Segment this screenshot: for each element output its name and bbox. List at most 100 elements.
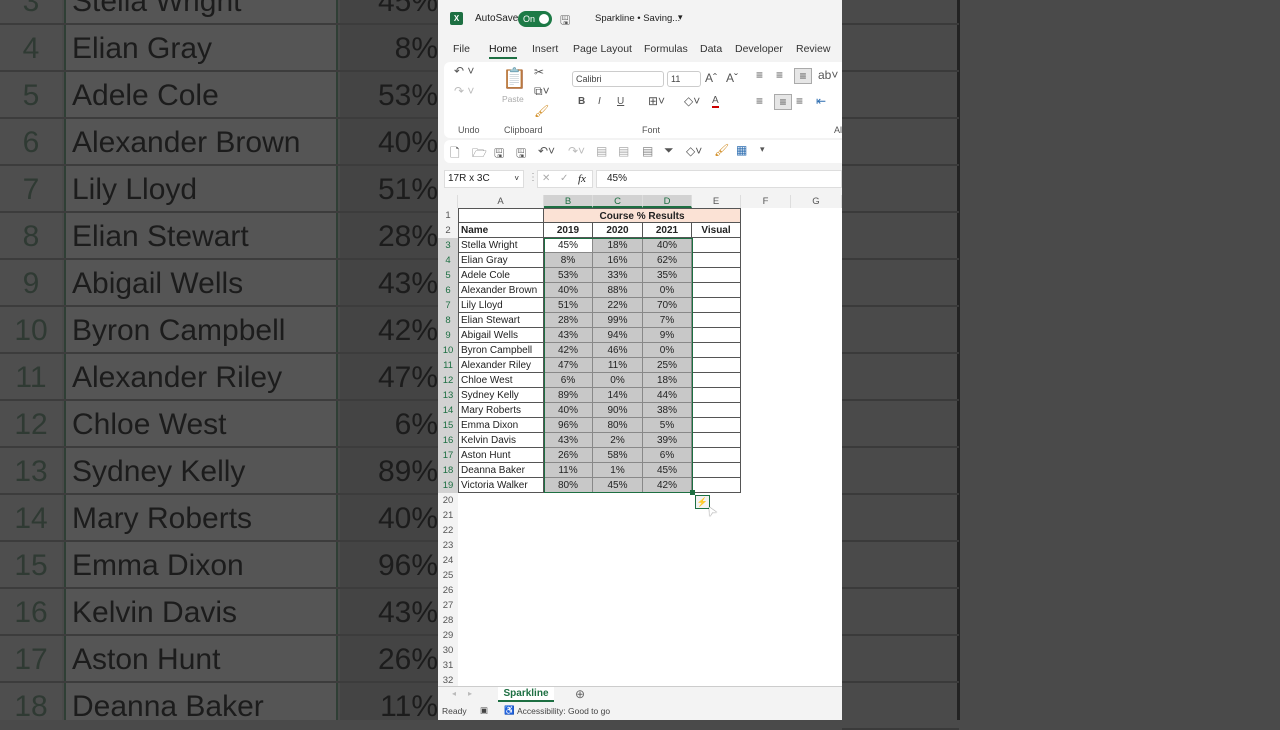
percent-cell[interactable]: 51% <box>544 298 593 313</box>
name-cell[interactable]: Elian Stewart <box>458 313 544 328</box>
undo-qat-icon[interactable]: ↶˅ <box>538 144 555 158</box>
enter-icon[interactable]: ✓ <box>560 173 568 184</box>
tab-home[interactable]: Home <box>489 43 518 59</box>
sheet-tab-sparkline[interactable]: Sparkline <box>498 687 554 702</box>
row-header[interactable]: 31 <box>438 658 458 673</box>
row-header[interactable]: 5 <box>438 268 458 283</box>
percent-cell[interactable]: 40% <box>544 403 593 418</box>
row-header[interactable]: 1 <box>438 208 458 223</box>
row-header[interactable]: 21 <box>438 508 458 523</box>
row-header[interactable]: 15 <box>438 418 458 433</box>
visual-cell[interactable] <box>692 343 741 358</box>
row-header[interactable]: 3 <box>438 238 458 253</box>
header-cell-2021[interactable]: 2021 <box>643 223 692 238</box>
header-cell-visual[interactable]: Visual <box>692 223 741 238</box>
percent-cell[interactable]: 46% <box>593 343 643 358</box>
visual-cell[interactable] <box>692 268 741 283</box>
percent-cell[interactable]: 5% <box>643 418 692 433</box>
save-icon[interactable]: 🖫 <box>560 11 570 32</box>
bold-button[interactable]: B <box>578 96 585 107</box>
row-header[interactable]: 18 <box>438 463 458 478</box>
percent-cell[interactable]: 88% <box>593 283 643 298</box>
scroll-right-icon[interactable]: ▸ <box>468 689 472 698</box>
decrease-indent-icon[interactable]: ⇤ <box>816 94 826 108</box>
percent-cell[interactable]: 45% <box>643 463 692 478</box>
row-header[interactable]: 10 <box>438 343 458 358</box>
percent-cell[interactable]: 35% <box>643 268 692 283</box>
new-file-icon[interactable]: 🗋 <box>450 144 460 165</box>
visual-cell[interactable] <box>692 358 741 373</box>
percent-cell[interactable]: 53% <box>544 268 593 283</box>
percent-cell[interactable]: 0% <box>593 373 643 388</box>
percent-cell[interactable]: 80% <box>544 478 593 493</box>
font-color-button[interactable]: A <box>712 95 719 108</box>
borders-icon[interactable]: ⊞˅ <box>648 94 665 108</box>
paste-format-icon[interactable]: ▤ <box>642 144 653 158</box>
row-header[interactable]: 19 <box>438 478 458 493</box>
name-cell[interactable]: Stella Wright <box>458 238 544 253</box>
save-sync-icon[interactable]: 🖫 <box>494 144 504 165</box>
undo-icon[interactable]: ↶ ˅ <box>454 64 474 78</box>
fill-color-icon[interactable]: ◇˅ <box>684 94 700 108</box>
column-header-B[interactable]: B <box>544 195 593 208</box>
scroll-left-icon[interactable]: ◂ <box>452 689 456 698</box>
grid-icon[interactable]: ▦ <box>736 143 747 157</box>
name-cell[interactable]: Aston Hunt <box>458 448 544 463</box>
percent-cell[interactable]: 0% <box>643 283 692 298</box>
percent-cell[interactable]: 1% <box>593 463 643 478</box>
customize-qat-icon[interactable]: ▾ <box>760 144 765 155</box>
row-header[interactable]: 22 <box>438 523 458 538</box>
percent-cell[interactable]: 90% <box>593 403 643 418</box>
visual-cell[interactable] <box>692 373 741 388</box>
tab-formulas[interactable]: Formulas <box>644 43 688 55</box>
row-header[interactable]: 29 <box>438 628 458 643</box>
row-header[interactable]: 24 <box>438 553 458 568</box>
tab-data[interactable]: Data <box>700 43 722 55</box>
formula-input[interactable]: 45% <box>596 170 842 188</box>
percent-cell[interactable]: 43% <box>544 328 593 343</box>
redo-qat-icon[interactable]: ↷˅ <box>568 144 585 158</box>
tab-developer[interactable]: Developer <box>735 43 783 55</box>
percent-cell[interactable]: 2% <box>593 433 643 448</box>
row-header[interactable]: 16 <box>438 433 458 448</box>
visual-cell[interactable] <box>692 433 741 448</box>
accessibility-status[interactable]: Accessibility: Good to go <box>517 706 610 716</box>
visual-cell[interactable] <box>692 283 741 298</box>
row-header[interactable]: 6 <box>438 283 458 298</box>
percent-cell[interactable]: 96% <box>544 418 593 433</box>
percent-cell[interactable]: 70% <box>643 298 692 313</box>
font-size-select[interactable]: 11 <box>667 71 701 87</box>
visual-cell[interactable] <box>692 403 741 418</box>
percent-cell[interactable]: 25% <box>643 358 692 373</box>
paste-label[interactable]: Paste <box>502 94 524 104</box>
name-cell[interactable]: Alexander Brown <box>458 283 544 298</box>
name-cell[interactable]: Chloe West <box>458 373 544 388</box>
decrease-font-icon[interactable]: Aˇ <box>726 71 738 85</box>
row-header[interactable]: 11 <box>438 358 458 373</box>
name-cell[interactable]: Deanna Baker <box>458 463 544 478</box>
name-cell[interactable]: Alexander Riley <box>458 358 544 373</box>
percent-cell[interactable]: 6% <box>643 448 692 463</box>
fill-color-qat-icon[interactable]: ◇˅ <box>686 144 702 158</box>
cut-icon[interactable]: ✂ <box>534 65 544 79</box>
title-cell[interactable]: Course % Results <box>544 208 741 223</box>
percent-cell[interactable]: 7% <box>643 313 692 328</box>
name-cell[interactable]: Sydney Kelly <box>458 388 544 403</box>
save-as-icon[interactable]: 🖫 <box>516 144 526 165</box>
select-all-corner[interactable] <box>438 195 458 208</box>
percent-cell[interactable]: 58% <box>593 448 643 463</box>
percent-cell[interactable]: 16% <box>593 253 643 268</box>
visual-cell[interactable] <box>692 328 741 343</box>
percent-cell[interactable]: 8% <box>544 253 593 268</box>
header-cell-2019[interactable]: 2019 <box>544 223 593 238</box>
row-header[interactable]: 25 <box>438 568 458 583</box>
visual-cell[interactable] <box>692 418 741 433</box>
align-middle-icon[interactable]: ≡ <box>776 68 783 82</box>
add-sheet-icon[interactable]: ⊕ <box>575 687 585 701</box>
name-box[interactable]: 17R x 3C ˅ <box>444 170 524 188</box>
percent-cell[interactable]: 45% <box>593 478 643 493</box>
percent-cell[interactable]: 89% <box>544 388 593 403</box>
column-header-G[interactable]: G <box>791 195 842 208</box>
format-painter-qat-icon[interactable]: 🖌 <box>714 143 729 157</box>
row-header[interactable]: 30 <box>438 643 458 658</box>
